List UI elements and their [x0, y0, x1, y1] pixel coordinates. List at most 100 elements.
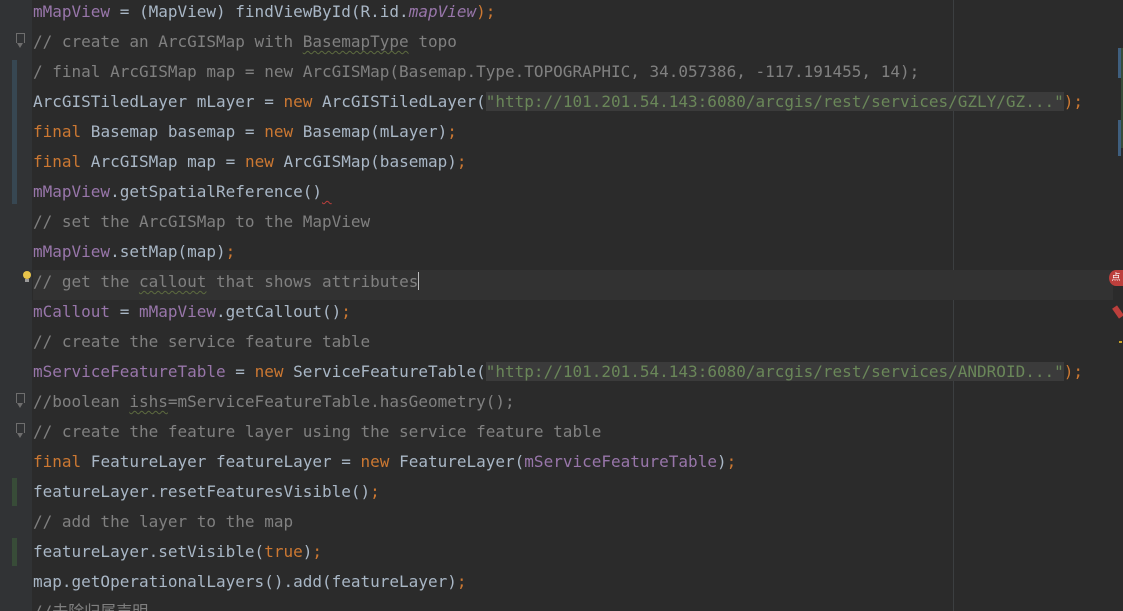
- code-token: FeatureLayer(: [389, 452, 525, 471]
- code-token: featureLayer.resetFeaturesVisible(): [33, 482, 371, 501]
- code-token: featureLayer.setVisible(: [33, 542, 265, 561]
- code-token: mMapView: [33, 182, 111, 201]
- code-token: ): [302, 542, 313, 561]
- code-token: = (MapView) findViewById(R.id.: [110, 2, 409, 21]
- code-token: "http://101.201.54.143:6080/arcgis/rest/…: [485, 92, 1064, 111]
- code-line[interactable]: //boolean ishs=mServiceFeatureTable.hasG…: [33, 390, 1123, 420]
- code-line[interactable]: // get the callout that shows attributes: [33, 270, 1123, 300]
- code-token: mServiceFeatureTable: [33, 362, 226, 381]
- code-token: // get the: [33, 272, 139, 291]
- code-token: ;: [456, 152, 467, 171]
- code-line[interactable]: final FeatureLayer featureLayer = new Fe…: [33, 450, 1123, 480]
- code-token: mMapView: [33, 2, 111, 21]
- code-line[interactable]: //去除归属声明: [33, 600, 1123, 611]
- code-line[interactable]: // add the layer to the map: [33, 510, 1123, 540]
- code-line[interactable]: mServiceFeatureTable = new ServiceFeatur…: [33, 360, 1123, 390]
- code-token: new: [244, 152, 274, 171]
- code-token: // create an ArcGISMap with: [33, 32, 303, 51]
- fold-icon[interactable]: [16, 423, 25, 438]
- editor-gutter[interactable]: [0, 0, 32, 611]
- code-token: ArcGISTiledLayer mLayer =: [33, 92, 284, 111]
- lightbulb-base: [25, 279, 29, 282]
- code-token: ArcGISTiledLayer(: [312, 92, 486, 111]
- text-caret: [418, 272, 420, 290]
- code-line[interactable]: mMapView.getSpatialReference(): [33, 180, 1123, 210]
- code-token: map.getOperationalLayers().add(featureLa…: [33, 572, 457, 591]
- code-line[interactable]: // set the ArcGISMap to the MapView: [33, 210, 1123, 240]
- code-line[interactable]: mMapView = (MapView) findViewById(R.id.m…: [33, 0, 1123, 30]
- code-token: ;: [726, 452, 737, 471]
- code-lines[interactable]: mMapView = (MapView) findViewById(R.id.m…: [33, 0, 1123, 611]
- code-line[interactable]: mCallout = mMapView.getCallout();: [33, 300, 1123, 330]
- code-line[interactable]: final ArcGISMap map = new ArcGISMap(base…: [33, 150, 1123, 180]
- error-badge-icon[interactable]: 点: [1109, 270, 1123, 286]
- code-token: final: [33, 452, 82, 471]
- code-line[interactable]: // create an ArcGISMap with BasemapType …: [33, 30, 1123, 60]
- code-token: );: [476, 2, 496, 21]
- change-marker[interactable]: [12, 478, 17, 506]
- code-token: final: [33, 152, 82, 171]
- code-token: new: [360, 452, 390, 471]
- code-token: =: [225, 362, 255, 381]
- code-line[interactable]: / final ArcGISMap map = new ArcGISMap(Ba…: [33, 60, 1123, 90]
- code-token: new: [283, 92, 313, 111]
- lightbulb-icon[interactable]: [22, 271, 32, 283]
- code-token: ArcGISMap map =: [81, 152, 245, 171]
- code-token: topo: [408, 32, 457, 51]
- code-line[interactable]: mMapView.setMap(map);: [33, 240, 1123, 270]
- change-marker[interactable]: [12, 60, 17, 204]
- lightbulb-glass: [23, 271, 31, 279]
- code-editor[interactable]: mMapView = (MapView) findViewById(R.id.m…: [0, 0, 1123, 611]
- fold-icon[interactable]: [16, 393, 25, 408]
- code-token: mapView: [408, 2, 477, 21]
- code-token: ishs: [129, 392, 168, 411]
- code-token: callout: [138, 272, 207, 291]
- code-token: new: [254, 362, 284, 381]
- code-token: ;: [370, 482, 380, 501]
- code-token: ArcGISMap(basemap): [273, 152, 457, 171]
- code-token: // create the feature layer using the se…: [33, 422, 602, 441]
- code-token: new: [264, 122, 294, 141]
- code-token: / final ArcGISMap map = new ArcGISMap(Ba…: [33, 62, 920, 81]
- code-line[interactable]: // create the service feature table: [33, 330, 1123, 360]
- code-line[interactable]: // create the feature layer using the se…: [33, 420, 1123, 450]
- code-token: BasemapType: [302, 32, 409, 51]
- change-marker[interactable]: [12, 538, 17, 566]
- code-token: that shows attributes: [206, 272, 419, 291]
- code-line[interactable]: map.getOperationalLayers().add(featureLa…: [33, 570, 1123, 600]
- code-token: final: [33, 122, 82, 141]
- code-token: ;: [447, 122, 457, 141]
- code-token: mMapView: [33, 242, 111, 261]
- code-token: .getCallout(): [216, 302, 342, 321]
- fold-icon[interactable]: [16, 33, 25, 48]
- code-token: Basemap basemap =: [81, 122, 265, 141]
- code-token: // create the service feature table: [33, 332, 371, 351]
- code-token: );: [1063, 92, 1083, 111]
- code-token: ServiceFeatureTable(: [283, 362, 486, 381]
- code-token: mCallout: [33, 302, 111, 321]
- stripe-mark-warning[interactable]: [1119, 341, 1122, 343]
- code-token: ;: [312, 542, 322, 561]
- code-token: .setMap(map): [110, 242, 226, 261]
- code-token: =: [110, 302, 139, 321]
- code-token: .getSpatialReference(): [110, 182, 322, 201]
- code-token: "http://101.201.54.143:6080/arcgis/rest/…: [485, 362, 1064, 381]
- code-line[interactable]: final Basemap basemap = new Basemap(mLay…: [33, 120, 1123, 150]
- code-token: // set the ArcGISMap to the MapView: [33, 212, 371, 231]
- code-token: //boolean: [33, 392, 130, 411]
- code-token: //去除归属声明: [33, 602, 148, 611]
- code-line[interactable]: featureLayer.setVisible(true);: [33, 540, 1123, 570]
- code-token: Basemap(mLayer): [293, 122, 448, 141]
- code-token: mMapView: [138, 302, 217, 321]
- code-token: mServiceFeatureTable: [524, 452, 717, 471]
- code-token: ;: [341, 302, 351, 321]
- code-token: );: [1063, 362, 1083, 381]
- code-token: ;: [456, 572, 467, 591]
- code-line[interactable]: ArcGISTiledLayer mLayer = new ArcGISTile…: [33, 90, 1123, 120]
- code-token: =mServiceFeatureTable.hasGeometry();: [167, 392, 515, 411]
- code-line[interactable]: featureLayer.resetFeaturesVisible();: [33, 480, 1123, 510]
- code-token: ): [716, 452, 727, 471]
- code-token: true: [264, 542, 303, 561]
- code-token: FeatureLayer featureLayer =: [81, 452, 361, 471]
